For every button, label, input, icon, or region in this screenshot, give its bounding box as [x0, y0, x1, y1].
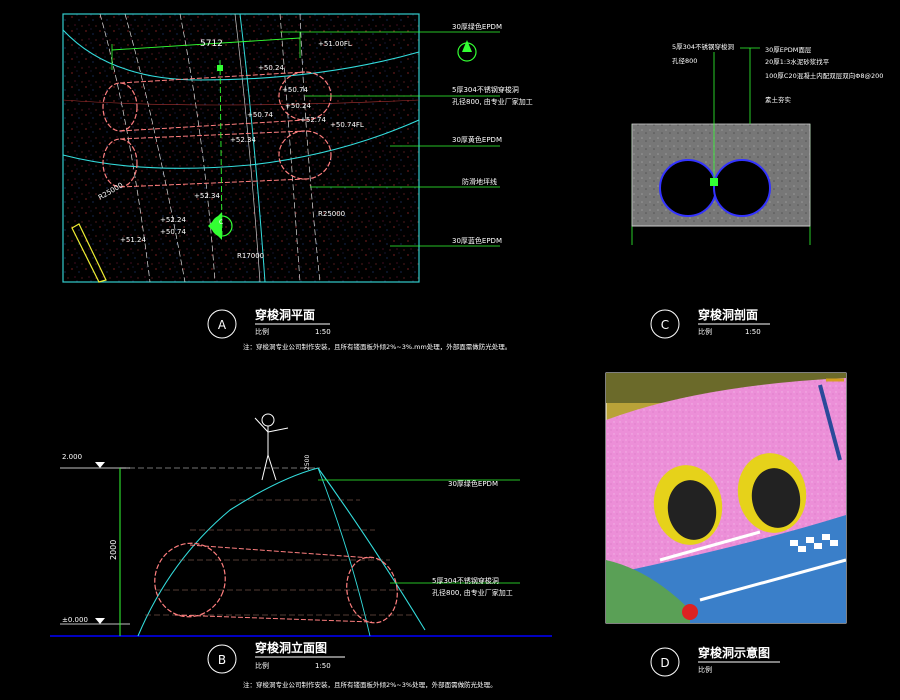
svg-text:+50.24: +50.24 [285, 102, 311, 110]
dim-5712: 5712 [200, 39, 223, 49]
plan-callouts: 30厚绿色EPDM 5厚304不锈钢穿梭洞 孔径800, 由专业厂家加工 30厚… [452, 22, 533, 245]
svg-text:+52.74: +52.74 [300, 116, 326, 124]
svg-text:+50.74: +50.74 [282, 86, 308, 94]
panel-a-scale-value: 1:50 [315, 328, 331, 336]
panel-d-title: 穿梭洞示意图 [698, 645, 770, 660]
svg-text:100厚C20混凝土内配双层双向Φ8@200: 100厚C20混凝土内配双层双向Φ8@200 [765, 71, 883, 80]
north-arrow-head-icon [462, 40, 472, 52]
tunnel-hole-right [713, 159, 771, 217]
svg-text:5厚304不锈钢穿梭洞: 5厚304不锈钢穿梭洞 [672, 42, 735, 51]
svg-text:孔径800, 由专业厂家加工: 孔径800, 由专业厂家加工 [432, 588, 513, 597]
svg-text:30厚绿色EPDM: 30厚绿色EPDM [452, 22, 502, 31]
svg-text:+52.34: +52.34 [194, 192, 220, 200]
svg-text:5厚304不锈钢穿梭洞: 5厚304不锈钢穿梭洞 [432, 576, 499, 585]
svg-text:30厚黄色EPDM: 30厚黄色EPDM [452, 135, 502, 144]
svg-text:+51.24: +51.24 [120, 236, 146, 244]
panel-b-title: 穿梭洞立面图 [255, 640, 327, 655]
panel-b-note: 注：穿梭洞专业公司制作安装，且所有镂面板外倾2%~3%处理，外部面需做防光处理。 [243, 680, 497, 689]
level-top-label: 2.000 [62, 453, 82, 461]
level-marker-icon [95, 618, 105, 624]
svg-text:+52.24: +52.24 [160, 216, 186, 224]
panel-c-scale-value: 1:50 [745, 328, 761, 336]
panel-c-scale-label: 比例 [698, 327, 712, 336]
level-marker-icon [95, 462, 105, 468]
panel-d-render: D 穿梭洞示意图 比例 [605, 372, 847, 677]
panel-b-elevation: 2.000 ±0.000 2000 2500 30厚绿色EPDM 5厚304不锈… [50, 413, 552, 689]
svg-text:R17000: R17000 [237, 252, 264, 260]
mound-right-curve [317, 467, 426, 631]
svg-text:20厚1:3水泥砂浆找平: 20厚1:3水泥砂浆找平 [765, 57, 830, 66]
panel-c-title: 穿梭洞剖面 [698, 307, 758, 322]
svg-text:+51.00FL: +51.00FL [318, 40, 352, 48]
height-dim-label: 2000 [109, 540, 118, 560]
person-silhouette-icon [254, 413, 289, 481]
section-joint-marker [710, 178, 718, 186]
svg-text:防滑地坪线: 防滑地坪线 [462, 177, 497, 186]
elevation-leaders [318, 479, 520, 584]
render-red-object [682, 604, 698, 620]
svg-text:孔径800, 由专业厂家加工: 孔径800, 由专业厂家加工 [452, 97, 533, 106]
svg-text:+50.24: +50.24 [258, 64, 284, 72]
level-base-label: ±0.000 [62, 616, 88, 624]
tunnel-body-line [174, 614, 373, 623]
mound-layer-lines [145, 499, 415, 616]
panel-a-letter: A [218, 318, 227, 332]
svg-text:R25000: R25000 [318, 210, 345, 218]
section-arrow [217, 65, 223, 71]
section-callouts: 5厚304不锈钢穿梭洞 孔径800 30厚EPDM面层 20厚1:3水泥砂浆找平… [672, 42, 883, 104]
tunnel-body-line [189, 544, 373, 559]
svg-text:素土夯实: 素土夯实 [765, 95, 792, 104]
svg-text:+50.74: +50.74 [247, 111, 273, 119]
svg-text:2500: 2500 [304, 455, 311, 470]
svg-text:孔径800: 孔径800 [672, 56, 697, 65]
panel-a-plan: 5712 C +51.00FL +50.74 +50.74 +50.24 +50… [62, 13, 533, 351]
panel-a-scale-label: 比例 [255, 327, 269, 336]
panel-a-title: 穿梭洞平面 [255, 307, 315, 322]
panel-b-scale-value: 1:50 [315, 662, 331, 670]
panel-c-section: 5厚304不锈钢穿梭洞 孔径800 30厚EPDM面层 20厚1:3水泥砂浆找平… [631, 42, 883, 339]
svg-text:+50.74FL: +50.74FL [330, 121, 364, 129]
svg-text:30厚蓝色EPDM: 30厚蓝色EPDM [452, 236, 502, 245]
panel-d-letter: D [660, 656, 669, 670]
svg-text:5厚304不锈钢穿梭洞: 5厚304不锈钢穿梭洞 [452, 85, 519, 94]
panel-a-note: 注：穿梭洞专业公司制作安装，且所有镂面板外倾2%~3%.mm处理，外部面需做防光… [243, 342, 511, 351]
tunnel-hole-left [659, 159, 717, 217]
panel-b-scale-label: 比例 [255, 661, 269, 670]
elevation-callouts: 30厚绿色EPDM 5厚304不锈钢穿梭洞 孔径800, 由专业厂家加工 [432, 479, 513, 597]
plan-frame [62, 13, 420, 283]
panel-c-letter: C [661, 318, 669, 332]
svg-text:+50.74: +50.74 [160, 228, 186, 236]
panel-b-letter: B [218, 653, 226, 667]
svg-text:+52.34: +52.34 [230, 136, 256, 144]
svg-text:C: C [219, 219, 223, 226]
drawing-canvas: 5712 C +51.00FL +50.74 +50.74 +50.24 +50… [50, 13, 883, 689]
panel-d-scale-label: 比例 [698, 665, 712, 674]
mound-section-curve [317, 467, 371, 637]
svg-text:30厚EPDM面层: 30厚EPDM面层 [765, 46, 812, 54]
svg-text:30厚绿色EPDM: 30厚绿色EPDM [448, 479, 498, 488]
